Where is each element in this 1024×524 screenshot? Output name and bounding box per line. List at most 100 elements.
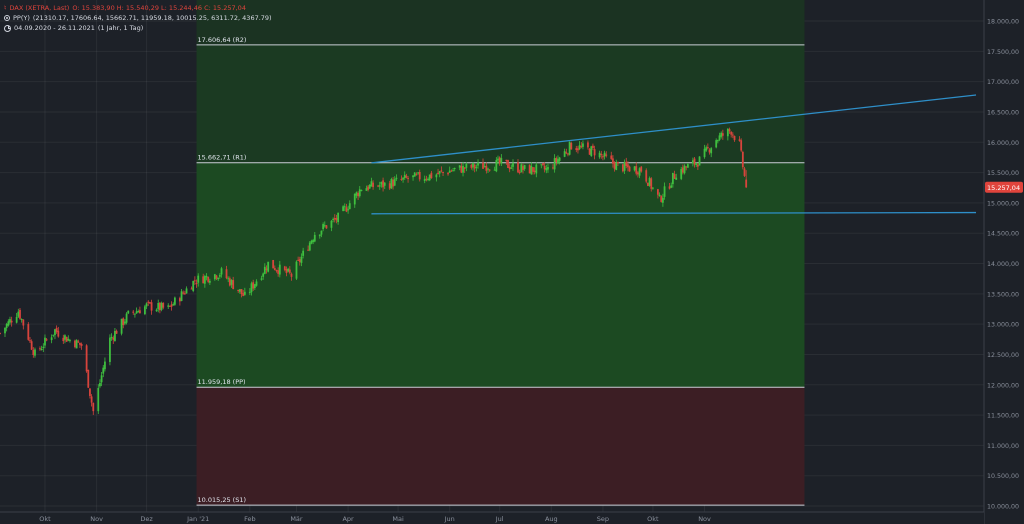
- candle-body: [213, 274, 216, 280]
- candle-body: [30, 341, 33, 350]
- candle-body: [553, 158, 556, 170]
- candle-body: [74, 340, 76, 348]
- candle-body: [648, 178, 651, 186]
- candle-body: [520, 164, 523, 173]
- legend-pp-values: (21310.17, 17606.64, 15662.71, 11959.18,…: [32, 14, 272, 22]
- candle-body: [523, 165, 526, 169]
- candle-body: [29, 340, 31, 342]
- candle-body: [693, 158, 696, 165]
- candle-body: [355, 192, 358, 196]
- candle-body: [428, 174, 431, 181]
- candle-body: [358, 189, 361, 197]
- candle-body: [75, 339, 78, 349]
- candle-body: [275, 270, 278, 272]
- candle-body: [458, 165, 461, 168]
- price-chart[interactable]: 17.606,64 (R2) 15.662,71 (R1) 11.959,18 (P…: [0, 0, 1024, 524]
- candle-body: [64, 335, 66, 340]
- candle-body: [695, 163, 698, 166]
- candle-body: [230, 279, 233, 285]
- candle-body: [10, 320, 13, 323]
- price-tick-label: 13.000,00: [987, 322, 1019, 329]
- candle-body: [392, 179, 394, 187]
- candle-body: [285, 268, 288, 273]
- candle-body: [715, 140, 718, 148]
- candle-body: [252, 282, 255, 289]
- candle-body: [532, 167, 534, 172]
- time-tick-label: Feb: [244, 515, 256, 523]
- candle-body: [730, 131, 733, 135]
- candle-body: [205, 275, 208, 278]
- candle-body: [565, 152, 568, 154]
- candle-body: [145, 303, 148, 307]
- candle-body: [485, 165, 488, 171]
- candle-body: [402, 177, 404, 180]
- candle-body: [425, 178, 428, 180]
- candle-body: [250, 283, 253, 293]
- candle-body: [100, 375, 103, 383]
- legend-range: 04.09.2020 - 26.11.2021: [14, 24, 95, 32]
- candle-body: [77, 341, 80, 343]
- candle-body: [208, 280, 211, 283]
- candle-body: [243, 291, 246, 295]
- candle-body: [627, 164, 629, 168]
- pivot-zones: [196, 0, 805, 506]
- legend-range-row: 04.09.2020 - 26.11.2021 (1 Jahr, 1 Tag): [4, 23, 272, 33]
- candle-body: [605, 154, 608, 156]
- candle-body: [307, 249, 310, 251]
- candle-body: [342, 206, 345, 212]
- candle-body: [696, 164, 699, 167]
- visibility-icon[interactable]: [4, 15, 10, 21]
- candle-body: [370, 181, 373, 187]
- candle-body: [633, 166, 636, 171]
- candle-body: [547, 167, 549, 170]
- candle-body: [139, 310, 141, 314]
- candle-body: [39, 348, 41, 350]
- candle-body: [32, 349, 35, 356]
- exchange-symbol-icon: ♮: [4, 4, 7, 12]
- candle-body: [368, 184, 371, 189]
- candle-body: [337, 212, 340, 223]
- candle-body: [40, 348, 43, 351]
- candle-body: [308, 242, 311, 251]
- candle-body: [728, 129, 731, 132]
- candle-body: [628, 166, 631, 172]
- candle-body: [97, 388, 100, 412]
- candle-body: [127, 310, 130, 314]
- candle-body: [343, 206, 346, 208]
- candle-body: [353, 193, 356, 205]
- candle-body: [543, 165, 546, 170]
- candle-body: [15, 316, 18, 323]
- candle-body: [452, 170, 454, 172]
- candle-body: [137, 311, 140, 313]
- candle-body: [721, 133, 724, 136]
- candle-body: [743, 168, 746, 176]
- candle-body: [575, 148, 578, 151]
- candle-body: [430, 172, 433, 179]
- candle-body: [705, 147, 708, 151]
- candle-body: [190, 288, 193, 290]
- legend-pp-row[interactable]: PP(Y) (21310.17, 17606.64, 15662.71, 119…: [4, 13, 272, 23]
- candle-body: [493, 169, 496, 171]
- candle-body: [272, 260, 275, 269]
- candle-body: [622, 164, 624, 172]
- candle-body: [447, 172, 449, 175]
- candle-body: [277, 270, 280, 274]
- candle-body: [661, 197, 664, 203]
- candle-body: [706, 147, 709, 149]
- candle-body: [54, 329, 56, 335]
- candle-body: [7, 321, 10, 326]
- candle-body: [158, 302, 161, 311]
- candle-body: [592, 145, 594, 148]
- candle-body: [313, 234, 316, 242]
- candle-body: [681, 167, 684, 173]
- candle-body: [390, 179, 393, 189]
- candle-body: [0, 332, 1, 334]
- candle-body: [617, 161, 619, 164]
- candle-body: [465, 163, 468, 168]
- time-tick-label: Jul: [495, 515, 504, 523]
- legend-title: DAX (XETRA, Last): [9, 4, 70, 12]
- candle-body: [195, 283, 198, 285]
- candle-body: [360, 189, 363, 191]
- candle-body: [663, 186, 666, 197]
- candle-body: [645, 170, 648, 182]
